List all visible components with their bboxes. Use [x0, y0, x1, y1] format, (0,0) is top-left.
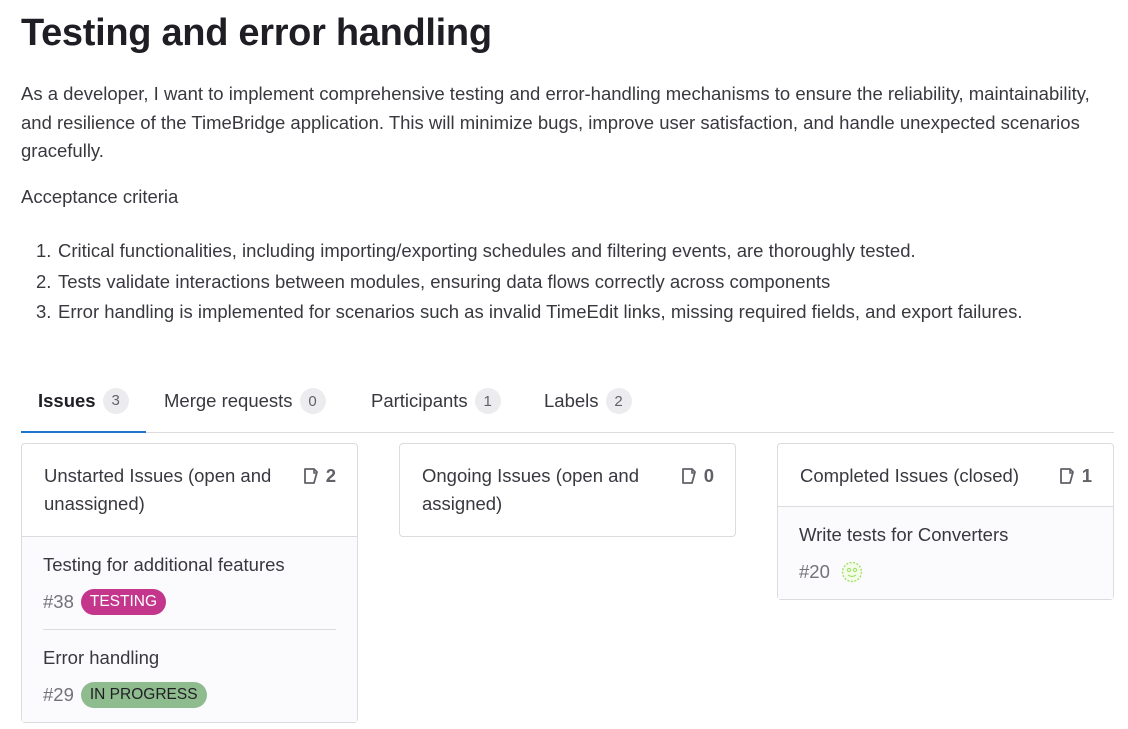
- column-title: Ongoing Issues (open and assigned): [422, 465, 640, 514]
- issue-card[interactable]: Error handling #29 IN PROGRESS: [43, 630, 336, 722]
- tab-label: Merge requests: [164, 390, 293, 411]
- column-header: Ongoing Issues (open and assigned) 0: [400, 444, 735, 536]
- issue-meta: #38 TESTING: [43, 589, 336, 615]
- issue-column-completed: Completed Issues (closed) 1 Write tests …: [777, 443, 1114, 600]
- criteria-number: 3.: [36, 301, 52, 322]
- column-body: Testing for additional features #38 TEST…: [22, 537, 357, 722]
- tab-issues[interactable]: Issues 3: [21, 370, 146, 433]
- tab-participants[interactable]: Participants 1: [354, 370, 518, 432]
- column-issue-count: 0: [680, 462, 714, 490]
- tab-bar: Issues 3 Merge requests 0 Participants 1…: [21, 370, 1114, 433]
- issue-reference: #20: [799, 561, 830, 582]
- label-in-progress[interactable]: IN PROGRESS: [80, 682, 207, 708]
- column-issue-count: 1: [1058, 462, 1092, 490]
- issue-reference: #38: [43, 591, 74, 612]
- criteria-item: 1. Critical functionalities, including im…: [36, 236, 1126, 267]
- acceptance-criteria-list: 1. Critical functionalities, including im…: [36, 236, 1126, 328]
- column-issue-count: 2: [302, 462, 336, 490]
- criteria-text: Error handling is implemented for scenar…: [58, 301, 1023, 322]
- label-testing[interactable]: TESTING: [80, 589, 167, 615]
- count-value: 2: [325, 465, 336, 486]
- criteria-item: 2. Tests validate interactions between mo…: [36, 267, 1126, 298]
- criteria-text: Tests validate interactions between modu…: [58, 270, 831, 292]
- page-title: Testing and error handling: [21, 12, 492, 54]
- count-badge: 2: [605, 388, 632, 414]
- issue-card[interactable]: Testing for additional features #38 TEST…: [43, 537, 336, 630]
- column-title: Completed Issues (closed): [800, 465, 1020, 486]
- count-badge: 3: [102, 387, 129, 414]
- issue-column-ongoing: Ongoing Issues (open and assigned) 0: [399, 443, 736, 537]
- tab-labels[interactable]: Labels 2: [527, 370, 649, 432]
- issue-description: As a developer, I want to implement comp…: [21, 83, 1090, 161]
- issue-meta: #20: [799, 559, 1092, 585]
- avatar-icon[interactable]: [841, 561, 863, 583]
- criteria-text: Critical functionalities, including impo…: [58, 240, 916, 261]
- tab-label: Participants: [371, 390, 468, 411]
- count-value: 1: [1081, 465, 1092, 486]
- tab-merge-requests[interactable]: Merge requests 0: [147, 370, 343, 432]
- issue-reference: #29: [43, 684, 74, 705]
- count-value: 0: [703, 465, 714, 486]
- issue-column-unstarted: Unstarted Issues (open and unassigned) 2…: [21, 443, 358, 723]
- count-badge: 1: [474, 388, 501, 414]
- criteria-item: 3. Error handling is implemented for scen…: [36, 297, 1126, 328]
- issues-icon: [681, 468, 696, 484]
- issue-title-link[interactable]: Testing for additional features: [43, 551, 336, 579]
- acceptance-criteria-heading: Acceptance criteria: [21, 186, 179, 207]
- issue-title-link[interactable]: Write tests for Converters: [799, 521, 1092, 549]
- criteria-number: 2.: [36, 270, 52, 292]
- criteria-number: 1.: [36, 240, 52, 261]
- issues-icon: [1059, 468, 1074, 484]
- issue-title-link[interactable]: Error handling: [43, 644, 336, 672]
- column-header: Completed Issues (closed) 1: [778, 444, 1113, 507]
- tab-label: Issues: [38, 389, 96, 411]
- tab-label: Labels: [544, 390, 599, 411]
- issues-icon: [303, 468, 318, 484]
- issue-card[interactable]: Write tests for Converters #20: [799, 507, 1092, 599]
- column-title: Unstarted Issues (open and unassigned): [44, 465, 272, 514]
- count-badge: 0: [299, 388, 326, 414]
- column-header: Unstarted Issues (open and unassigned) 2: [22, 444, 357, 537]
- column-body: Write tests for Converters #20: [778, 507, 1113, 599]
- issue-meta: #29 IN PROGRESS: [43, 682, 336, 708]
